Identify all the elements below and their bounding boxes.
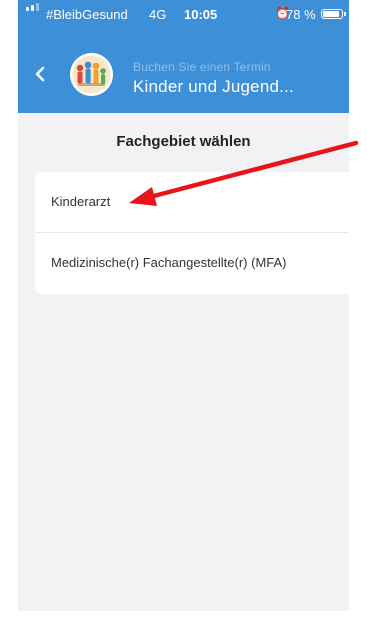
list-item-mfa[interactable]: Medizinische(r) Fachangestellte(r) (MFA) <box>35 233 349 293</box>
section-title: Fachgebiet wählen <box>116 133 251 150</box>
network-type: 4G <box>149 7 167 22</box>
battery-fill <box>323 11 339 17</box>
back-button[interactable] <box>31 62 51 86</box>
header-title: Kinder und Jugend... <box>133 77 294 96</box>
app-screen: #BleibGesund 4G 10:05 ⏰ 78 % Buchen Sie … <box>18 0 349 611</box>
app-header: #BleibGesund 4G 10:05 ⏰ 78 % Buchen Sie … <box>18 0 349 113</box>
specialty-list: Kinderarzt Medizinische(r) Fachangestell… <box>35 172 349 294</box>
battery-icon <box>321 9 346 19</box>
status-bar: #BleibGesund 4G 10:05 ⏰ 78 % <box>18 0 349 30</box>
list-item-label: Kinderarzt <box>51 194 111 209</box>
battery-percentage: 78 % <box>286 7 316 22</box>
status-time: 10:05 <box>184 7 218 22</box>
list-item-kinderarzt[interactable]: Kinderarzt <box>35 172 349 232</box>
family-logo-icon <box>70 53 113 96</box>
carrier-name: #BleibGesund <box>46 7 128 22</box>
clinic-avatar <box>70 53 113 96</box>
list-item-label: Medizinische(r) Fachangestellte(r) (MFA) <box>51 255 287 270</box>
chevron-left-icon <box>35 66 45 82</box>
header-subtitle: Buchen Sie einen Termin <box>133 60 271 74</box>
